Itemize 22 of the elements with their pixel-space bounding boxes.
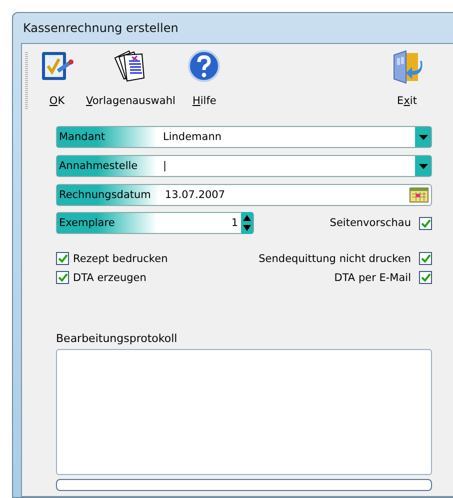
ok-button[interactable]: OK: [34, 49, 80, 107]
checkbox-label: DTA per E-Mail: [334, 272, 411, 284]
checkbox[interactable]: [419, 252, 432, 265]
checkbox-label: DTA erzeugen: [73, 272, 146, 284]
checkbox-label: Seitenvorschau: [330, 217, 411, 229]
help-button[interactable]: Hilfe: [181, 49, 228, 107]
checkbox-label: Rezept bedrucken: [73, 252, 168, 264]
spinner-arrows-icon[interactable]: [241, 212, 253, 234]
checkbox-label: Sendequittung nicht drucken: [258, 252, 411, 264]
checkbox[interactable]: [56, 271, 69, 284]
help-icon: [187, 49, 222, 83]
log-label: Bearbeitungsprotokoll: [56, 332, 178, 345]
checkbox[interactable]: [419, 216, 432, 230]
exit-button[interactable]: Exit: [384, 49, 430, 107]
checkbox[interactable]: [419, 271, 432, 284]
calendar-icon[interactable]: [409, 187, 429, 203]
checkbox[interactable]: [56, 252, 69, 265]
checklist-pen-icon: [40, 49, 74, 83]
number-spinner[interactable]: Exemplare 1: [56, 212, 254, 234]
template-selection-button[interactable]: Vorlagenauswahl: [80, 49, 182, 107]
window-title: Kassenrechnung erstellen: [23, 21, 178, 35]
dropdown-field[interactable]: Mandant Lindemann: [56, 126, 432, 148]
